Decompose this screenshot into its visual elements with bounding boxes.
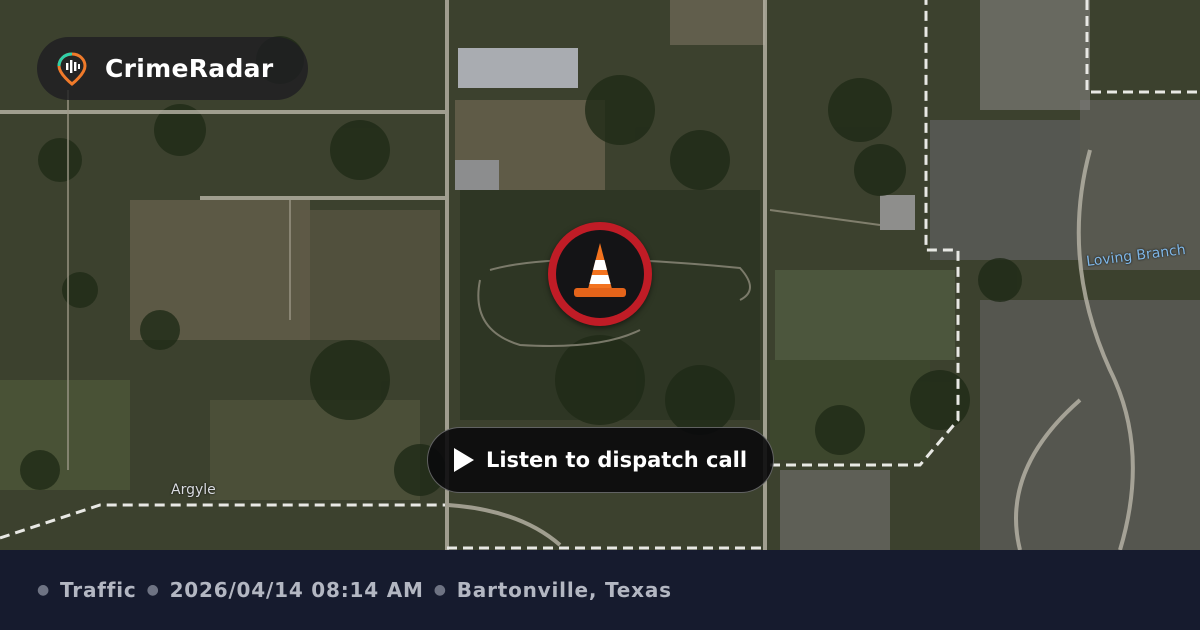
- town-label: Argyle: [171, 482, 216, 498]
- incident-footer: ● Traffic ● 2026/04/14 08:14 AM ● Barton…: [0, 550, 1200, 630]
- bullet-icon: ●: [146, 582, 160, 598]
- bullet-icon: ●: [433, 582, 447, 598]
- incident-category: Traffic: [60, 578, 137, 602]
- bullet-icon: ●: [37, 582, 51, 598]
- radar-pin-icon: [55, 51, 89, 86]
- brand-name: CrimeRadar: [105, 54, 274, 83]
- incident-marker[interactable]: [548, 222, 652, 326]
- incident-datetime: 2026/04/14 08:14 AM: [169, 578, 424, 602]
- listen-dispatch-button[interactable]: Listen to dispatch call: [427, 427, 774, 493]
- incident-location: Bartonville, Texas: [456, 578, 672, 602]
- play-icon: [453, 448, 474, 472]
- traffic-cone-icon: [570, 241, 630, 307]
- listen-dispatch-label: Listen to dispatch call: [485, 448, 748, 472]
- brand-badge[interactable]: CrimeRadar: [37, 37, 308, 100]
